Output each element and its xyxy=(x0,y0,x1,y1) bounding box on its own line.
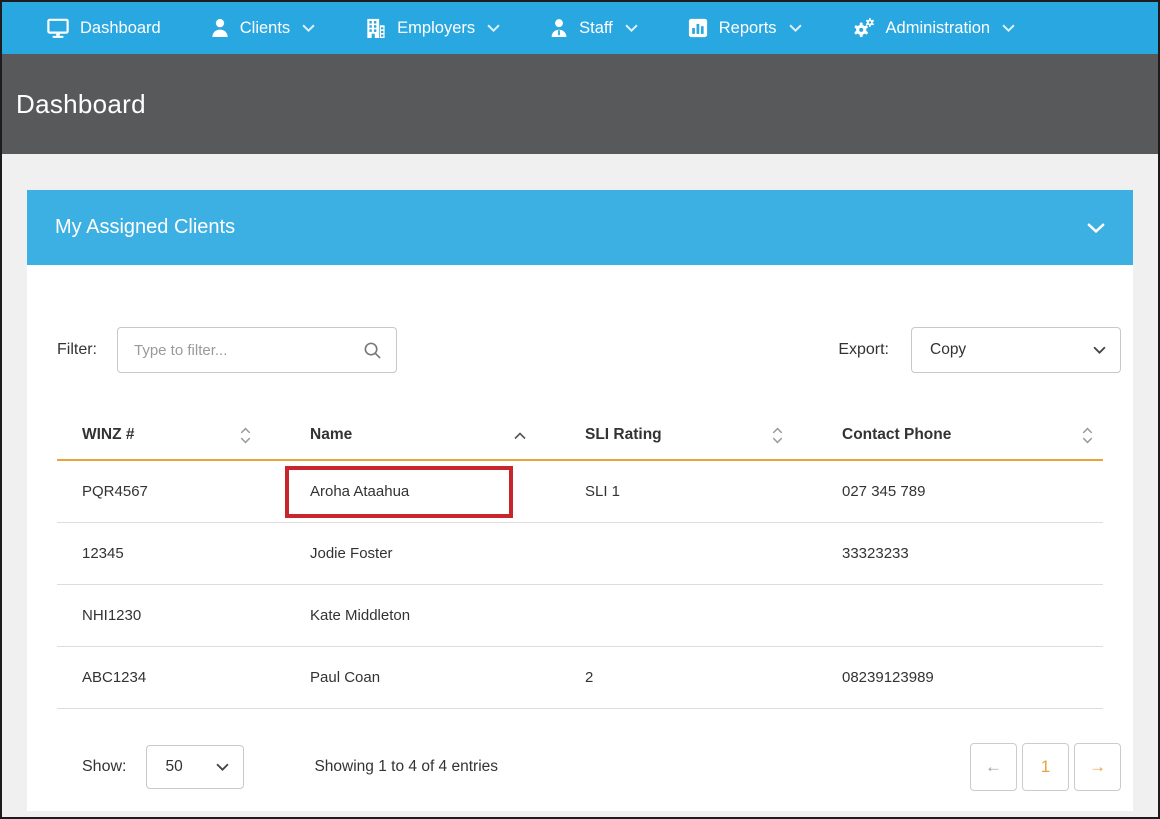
cell-sli-rating: 2 xyxy=(560,647,817,708)
column-label: WINZ # xyxy=(82,426,135,444)
panel-header[interactable]: My Assigned Clients xyxy=(27,190,1133,265)
cell-contact-phone: 08239123989 xyxy=(817,647,1103,708)
chevron-down-icon xyxy=(216,763,229,772)
nav-item-administration[interactable]: Administration xyxy=(852,17,1016,39)
building-icon xyxy=(365,18,386,38)
column-header-name[interactable]: Name xyxy=(285,426,560,444)
sort-asc-icon[interactable] xyxy=(514,431,526,440)
filter-label: Filter: xyxy=(57,341,97,359)
sort-icon[interactable] xyxy=(1082,427,1093,444)
chevron-down-icon xyxy=(789,24,802,33)
column-label: Name xyxy=(310,426,352,444)
bar-chart-icon xyxy=(688,18,708,38)
table-footer: Show: 50 Showing 1 to 4 of 4 entries ← 1… xyxy=(57,743,1121,791)
cell-name: Jodie Foster xyxy=(285,523,560,584)
column-header-contact-phone[interactable]: Contact Phone xyxy=(817,426,1103,444)
nav-item-reports[interactable]: Reports xyxy=(688,18,802,38)
cell-contact-phone xyxy=(817,585,1103,646)
chevron-down-icon xyxy=(1093,346,1106,355)
chevron-down-icon xyxy=(302,24,315,33)
table-controls: Filter: Export: Copy xyxy=(57,327,1121,373)
sort-icon[interactable] xyxy=(772,427,783,444)
page-title: Dashboard xyxy=(16,89,146,120)
person-icon xyxy=(211,18,229,38)
nav-label: Staff xyxy=(579,19,613,38)
nav-label: Reports xyxy=(719,19,777,38)
export-group: Export: Copy xyxy=(838,327,1121,373)
nav-item-dashboard[interactable]: Dashboard xyxy=(47,18,161,39)
search-icon xyxy=(363,341,382,360)
show-label: Show: xyxy=(82,758,126,776)
cell-winz: NHI1230 xyxy=(57,585,285,646)
cell-sli-rating: SLI 1 xyxy=(560,461,817,522)
monitor-icon xyxy=(47,18,69,39)
table-row[interactable]: NHI1230 Kate Middleton xyxy=(57,585,1103,647)
nav-label: Employers xyxy=(397,19,475,38)
pagination: ← 1 → xyxy=(970,743,1121,791)
collapse-chevron-icon[interactable] xyxy=(1087,222,1105,234)
export-label: Export: xyxy=(838,341,889,359)
cell-sli-rating xyxy=(560,585,817,646)
export-select[interactable]: Copy xyxy=(911,327,1121,373)
previous-page-button[interactable]: ← xyxy=(970,743,1017,791)
chevron-down-icon xyxy=(487,24,500,33)
nav-label: Dashboard xyxy=(80,19,161,38)
table-row[interactable]: PQR4567 Aroha Ataahua SLI 1 027 345 789 xyxy=(57,461,1103,523)
column-header-winz[interactable]: WINZ # xyxy=(57,426,285,444)
nav-label: Administration xyxy=(886,19,991,38)
client-name: Aroha Ataahua xyxy=(310,483,409,500)
filter-input[interactable] xyxy=(118,328,363,372)
table-row[interactable]: 12345 Jodie Foster 33323233 xyxy=(57,523,1103,585)
nav-item-employers[interactable]: Employers xyxy=(365,18,500,38)
nav-item-staff[interactable]: Staff xyxy=(550,18,638,38)
cell-contact-phone: 027 345 789 xyxy=(817,461,1103,522)
page-size-value: 50 xyxy=(165,758,182,776)
column-label: SLI Rating xyxy=(585,426,662,444)
panel-title: My Assigned Clients xyxy=(55,216,235,239)
cell-sli-rating xyxy=(560,523,817,584)
column-label: Contact Phone xyxy=(842,426,951,444)
top-navigation: Dashboard Clients xyxy=(2,2,1158,54)
table-row[interactable]: ABC1234 Paul Coan 2 08239123989 xyxy=(57,647,1103,709)
chevron-down-icon xyxy=(625,24,638,33)
nav-label: Clients xyxy=(240,19,290,38)
cell-name: Paul Coan xyxy=(285,647,560,708)
sort-icon[interactable] xyxy=(240,427,251,444)
cell-winz: ABC1234 xyxy=(57,647,285,708)
table-header-row: WINZ # Name SLI Rating xyxy=(57,411,1103,461)
staff-person-icon xyxy=(550,18,568,38)
page-size-select[interactable]: 50 xyxy=(146,745,244,789)
assigned-clients-panel: My Assigned Clients Filter: Export: Copy xyxy=(27,190,1133,811)
cell-name: Aroha Ataahua xyxy=(285,461,560,522)
cell-name: Kate Middleton xyxy=(285,585,560,646)
current-page-button[interactable]: 1 xyxy=(1022,743,1069,791)
gears-icon xyxy=(852,17,875,39)
filter-input-wrapper xyxy=(117,327,397,373)
cell-winz: 12345 xyxy=(57,523,285,584)
cell-winz: PQR4567 xyxy=(57,461,285,522)
app-window: Dashboard Clients xyxy=(0,0,1160,819)
export-selected-value: Copy xyxy=(930,341,966,359)
entries-summary: Showing 1 to 4 of 4 entries xyxy=(314,758,498,776)
column-header-sli-rating[interactable]: SLI Rating xyxy=(560,426,817,444)
chevron-down-icon xyxy=(1002,24,1015,33)
nav-item-clients[interactable]: Clients xyxy=(211,18,315,38)
next-page-button[interactable]: → xyxy=(1074,743,1121,791)
cell-contact-phone: 33323233 xyxy=(817,523,1103,584)
page-header: Dashboard xyxy=(2,54,1158,154)
assigned-clients-table: WINZ # Name SLI Rating xyxy=(57,411,1103,709)
